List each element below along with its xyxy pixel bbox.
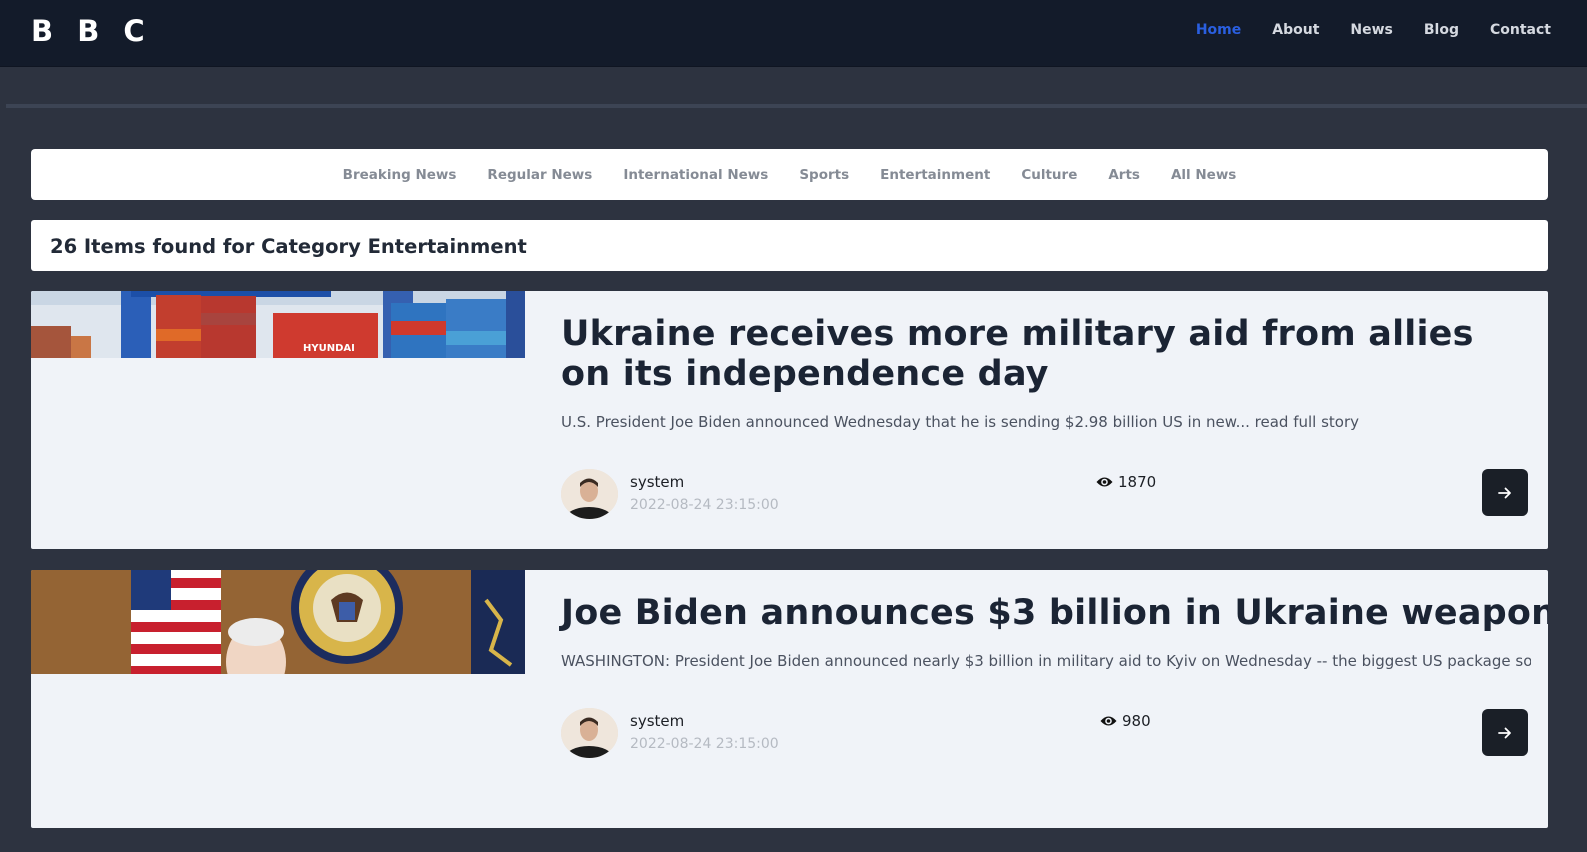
article-card: Joe Biden announces $3 billion in Ukrain… — [31, 570, 1548, 828]
category-international-news[interactable]: International News — [623, 167, 768, 183]
article-card: HYUNDAI Ukraine receives more military a… — [31, 291, 1548, 549]
eye-icon — [1100, 716, 1117, 726]
results-count-heading: 26 Items found for Category Entertainmen… — [50, 235, 527, 258]
author-name: system — [630, 712, 685, 730]
nav-news[interactable]: News — [1350, 22, 1392, 38]
publish-date: 2022-08-24 23:15:00 — [630, 736, 779, 752]
category-breaking-news[interactable]: Breaking News — [343, 167, 457, 183]
article-thumbnail[interactable]: HYUNDAI — [31, 291, 525, 358]
category-all-news[interactable]: All News — [1171, 167, 1236, 183]
nav-blog[interactable]: Blog — [1424, 22, 1459, 38]
view-count-value: 1870 — [1118, 473, 1157, 491]
section-divider — [6, 104, 1587, 108]
view-count-value: 980 — [1122, 712, 1151, 730]
read-more-button[interactable] — [1482, 709, 1528, 756]
category-arts[interactable]: Arts — [1108, 167, 1140, 183]
category-sports[interactable]: Sports — [799, 167, 849, 183]
read-more-button[interactable] — [1482, 469, 1528, 516]
article-excerpt: U.S. President Joe Biden announced Wedne… — [561, 413, 1360, 431]
main-nav: Home About News Blog Contact — [1196, 22, 1551, 38]
category-entertainment[interactable]: Entertainment — [880, 167, 990, 183]
shipping-containers-image: HYUNDAI — [31, 291, 525, 358]
author-name: system — [630, 473, 685, 491]
author-avatar — [561, 469, 618, 519]
article-thumbnail[interactable] — [31, 570, 525, 674]
nav-home[interactable]: Home — [1196, 22, 1241, 38]
nav-about[interactable]: About — [1272, 22, 1319, 38]
publish-date: 2022-08-24 23:15:00 — [630, 497, 779, 513]
svg-text:HYUNDAI: HYUNDAI — [303, 343, 355, 354]
results-count-panel: 26 Items found for Category Entertainmen… — [31, 220, 1548, 271]
eye-icon — [1096, 477, 1113, 487]
site-logo[interactable]: B B C — [31, 14, 152, 48]
article-title[interactable]: Joe Biden announces $3 billion in Ukrain… — [561, 593, 1548, 633]
author-avatar — [561, 708, 618, 758]
article-excerpt: WASHINGTON: President Joe Biden announce… — [561, 652, 1531, 670]
president-photo-image — [31, 570, 525, 674]
top-navbar: B B C Home About News Blog Contact — [0, 0, 1587, 67]
nav-contact[interactable]: Contact — [1490, 22, 1551, 38]
category-regular-news[interactable]: Regular News — [487, 167, 592, 183]
category-bar: Breaking News Regular News International… — [31, 149, 1548, 200]
category-culture[interactable]: Culture — [1021, 167, 1077, 183]
article-title[interactable]: Ukraine receives more military aid from … — [561, 314, 1521, 394]
arrow-right-icon — [1498, 487, 1511, 498]
view-count: 980 — [1100, 712, 1151, 730]
arrow-right-icon — [1498, 727, 1511, 738]
view-count: 1870 — [1096, 473, 1156, 491]
